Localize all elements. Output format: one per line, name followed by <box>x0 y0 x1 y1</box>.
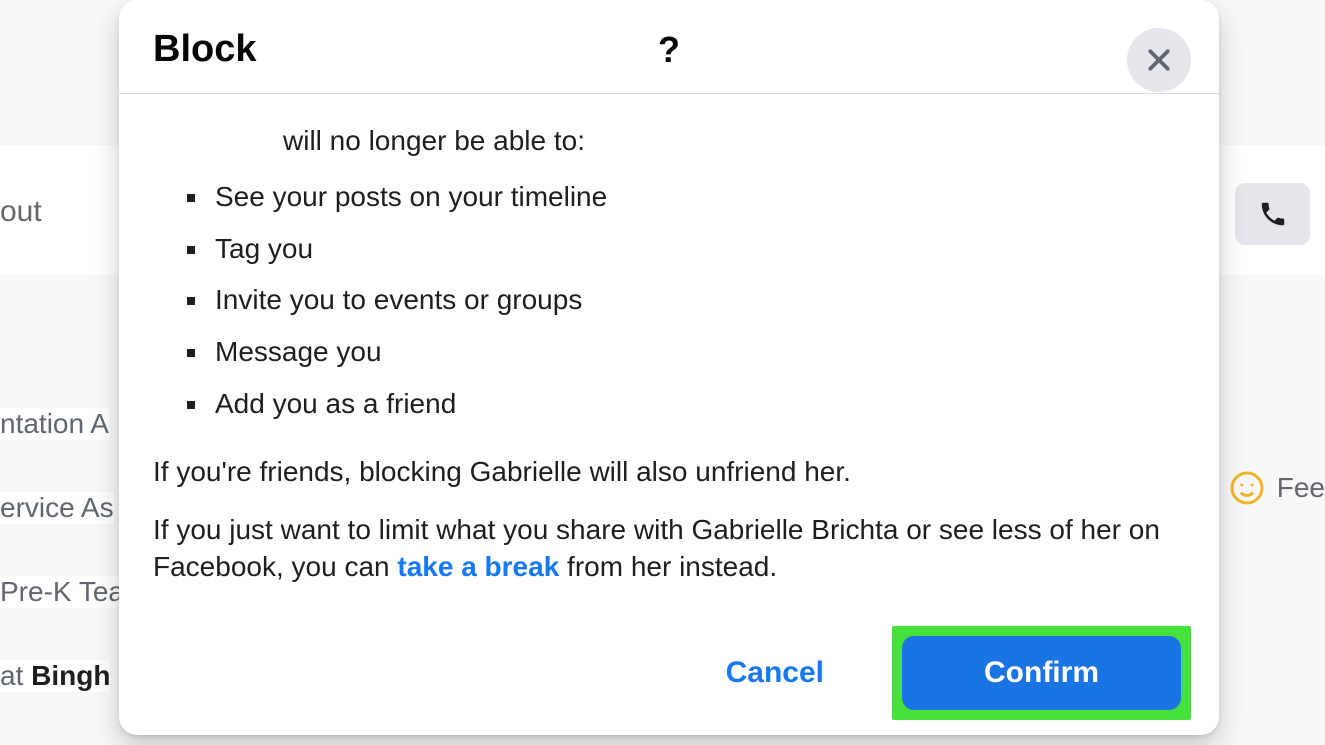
unfriend-text: If you're friends, blocking Gabrielle wi… <box>153 453 1185 491</box>
list-item: Invite you to events or groups <box>153 281 1185 319</box>
feed-label: Fee <box>1277 472 1325 504</box>
take-a-break-link[interactable]: take a break <box>397 551 559 582</box>
dialog-title: Block <box>153 28 256 71</box>
close-icon <box>1144 45 1174 75</box>
feed-button[interactable]: Fee <box>1229 470 1325 506</box>
confirm-highlight: Confirm <box>892 626 1191 720</box>
background-text-row: ntation A <box>0 408 109 440</box>
phone-button[interactable] <box>1235 183 1310 245</box>
background-text-row: ervice As <box>0 492 114 524</box>
list-item: See your posts on your timeline <box>153 178 1185 216</box>
smiley-icon <box>1229 470 1265 506</box>
intro-text: will no longer be able to: <box>153 122 1185 160</box>
dialog-header: Block ? <box>119 0 1219 94</box>
cancel-button[interactable]: Cancel <box>706 642 844 704</box>
list-item: Tag you <box>153 230 1185 268</box>
restrictions-list: See your posts on your timeline Tag you … <box>153 178 1185 423</box>
limit-text: If you just want to limit what you share… <box>153 511 1185 587</box>
dialog-subtitle: ? <box>658 29 680 71</box>
list-item: Message you <box>153 333 1185 371</box>
list-item: Add you as a friend <box>153 385 1185 423</box>
background-text-row: Pre-K Tea <box>0 576 124 608</box>
dialog-body: will no longer be able to: See your post… <box>119 94 1219 606</box>
confirm-button[interactable]: Confirm <box>902 636 1181 710</box>
dialog-footer: Cancel Confirm <box>119 606 1219 735</box>
background-text-row: at Bingh <box>0 660 110 692</box>
block-dialog: Block ? will no longer be able to: See y… <box>119 0 1219 735</box>
phone-icon <box>1258 199 1288 229</box>
close-button[interactable] <box>1127 28 1191 92</box>
